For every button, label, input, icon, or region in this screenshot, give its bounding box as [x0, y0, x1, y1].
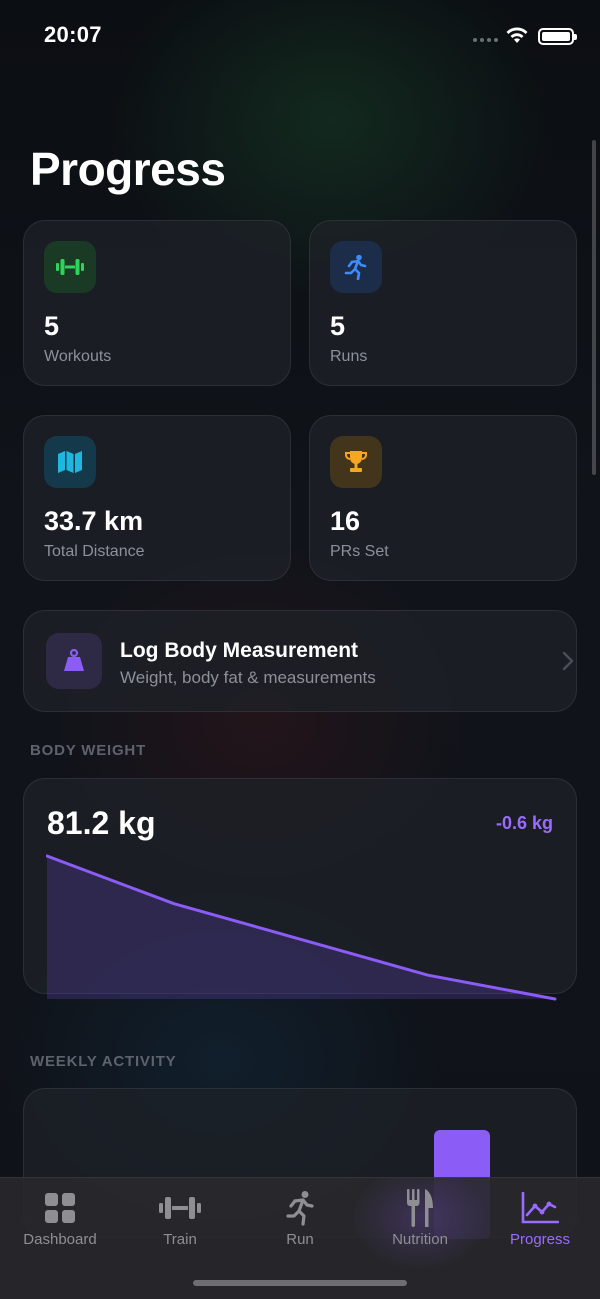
log-body-subtitle: Weight, body fat & measurements [120, 668, 376, 687]
stat-label: Total Distance [44, 543, 145, 560]
log-body-title: Log Body Measurement [120, 639, 359, 662]
status-time: 20:07 [44, 22, 102, 47]
current-weight: 81.2 kg [47, 805, 156, 841]
tab-dashboard[interactable]: Dashboard [0, 1178, 120, 1258]
status-bar: 20:07 [0, 0, 600, 70]
stat-label: Runs [330, 348, 368, 365]
tab-train[interactable]: Train [120, 1178, 240, 1258]
tab-label: Nutrition [392, 1231, 448, 1248]
stat-label: Workouts [44, 348, 112, 365]
battery-icon [538, 28, 577, 45]
trophy-icon [330, 436, 382, 488]
scroll-indicator[interactable] [592, 140, 596, 475]
tab-label: Train [163, 1231, 197, 1248]
fork-knife-icon [396, 1188, 444, 1228]
stat-card-runs[interactable]: 5 Runs [309, 220, 577, 386]
cellular-signal-icon [473, 38, 498, 42]
tab-label: Dashboard [23, 1231, 97, 1248]
stat-card-prs-set[interactable]: 16 PRs Set [309, 415, 577, 581]
tab-nutrition[interactable]: Nutrition [360, 1178, 480, 1258]
chart-line-icon [516, 1188, 564, 1228]
grid-icon [36, 1188, 84, 1228]
stat-value: 5 [330, 311, 346, 341]
stat-card-workouts[interactable]: 5 Workouts [23, 220, 291, 386]
weight-change: -0.6 kg [495, 813, 553, 833]
dumbbell-icon [156, 1188, 204, 1228]
body-weight-chart [46, 854, 557, 1001]
body-weight-card[interactable]: 81.2 kg -0.6 kg [23, 778, 577, 1001]
home-indicator [193, 1280, 407, 1286]
dumbbell-icon [44, 241, 96, 293]
log-body-measurement-button[interactable]: Log Body Measurement Weight, body fat & … [23, 610, 577, 712]
tab-progress[interactable]: Progress [480, 1178, 600, 1258]
stat-value: 33.7 km [44, 506, 144, 536]
chevron-right-icon [562, 651, 574, 671]
tab-run[interactable]: Run [240, 1178, 360, 1258]
map-icon [44, 436, 96, 488]
page-title: Progress [30, 143, 226, 195]
stat-label: PRs Set [330, 543, 389, 560]
stat-value: 5 [44, 311, 60, 341]
runner-icon [276, 1188, 324, 1228]
tab-label: Run [286, 1231, 314, 1248]
wifi-icon [506, 27, 528, 43]
section-label-weekly-activity: WEEKLY ACTIVITY [30, 1053, 177, 1070]
runner-icon [330, 241, 382, 293]
stat-value: 16 [330, 506, 361, 536]
scale-weight-icon [46, 633, 102, 689]
stat-card-total-distance[interactable]: 33.7 km Total Distance [23, 415, 291, 581]
tab-label: Progress [509, 1231, 571, 1248]
section-label-body-weight: BODY WEIGHT [30, 742, 147, 759]
weight-area-fill [47, 856, 555, 999]
